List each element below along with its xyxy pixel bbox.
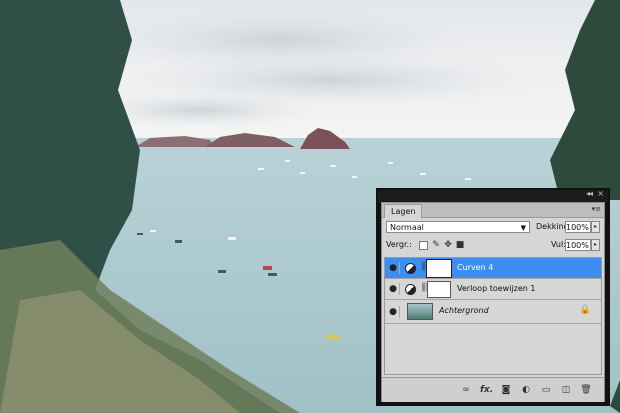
- link-icon[interactable]: ∞: [460, 384, 472, 396]
- lock-all-icon[interactable]: ■: [455, 240, 465, 250]
- lock-icon: 🔒: [579, 305, 591, 315]
- adjustment-layer-icon[interactable]: ◐: [520, 384, 532, 396]
- add-mask-icon[interactable]: ◙: [500, 384, 512, 396]
- fill-slider-arrow-icon[interactable]: ▸: [591, 239, 600, 251]
- layer-mask-thumbnail[interactable]: [426, 259, 452, 278]
- new-layer-icon[interactable]: ◫: [560, 384, 572, 396]
- background-thumbnail: [407, 303, 433, 320]
- new-group-icon[interactable]: ▭: [540, 384, 552, 396]
- lock-position-icon[interactable]: ✥: [443, 240, 453, 250]
- gradient-map-adjustment-icon: [405, 284, 416, 295]
- collapse-icon[interactable]: ◂◂: [586, 189, 593, 198]
- lock-pixels-icon[interactable]: ✎: [431, 240, 441, 250]
- lock-transparency-icon[interactable]: [419, 241, 428, 250]
- lock-label: Vergr.:: [386, 240, 412, 249]
- tab-layers[interactable]: Lagen: [384, 204, 423, 218]
- layer-curves[interactable]: ● ⛓ Curven 4: [385, 258, 601, 279]
- layer-name: Curven 4: [457, 263, 494, 272]
- panel-menu-icon[interactable]: ▾≡: [592, 205, 601, 213]
- layer-name: Verloop toewijzen 1: [457, 284, 536, 293]
- eye-icon[interactable]: ●: [387, 283, 400, 295]
- fill-label: Vul:: [551, 240, 566, 249]
- layer-gradient-map[interactable]: ● ⛓ Verloop toewijzen 1: [385, 279, 601, 300]
- chevron-down-icon: ▼: [520, 224, 526, 232]
- fx-icon[interactable]: fx.: [480, 384, 493, 396]
- blend-opacity-row: Normaal ▼ Dekking: 100% ▸: [386, 221, 600, 235]
- curves-adjustment-icon: [405, 263, 416, 274]
- panel-bottom-toolbar: ∞ fx. ◙ ◐ ▭ ◫ 🗑: [382, 377, 604, 402]
- blend-mode-value: Normaal: [390, 223, 424, 232]
- layer-mask-thumbnail[interactable]: [427, 281, 451, 298]
- blend-mode-select[interactable]: Normaal ▼: [386, 221, 530, 233]
- panel-tab-bar: Lagen ▾≡: [382, 203, 604, 218]
- eye-icon[interactable]: ●: [387, 306, 400, 318]
- opacity-field[interactable]: 100%: [565, 221, 591, 233]
- layer-background[interactable]: ● Achtergrond 🔒: [385, 300, 601, 324]
- layers-panel: ◂◂ × Lagen ▾≡ Normaal ▼ Dekking: 100% ▸ …: [376, 188, 610, 406]
- panel-body: Lagen ▾≡ Normaal ▼ Dekking: 100% ▸ Vergr…: [381, 202, 605, 402]
- lock-fill-row: Vergr.: ✎ ✥ ■ Vul: 100% ▸: [386, 239, 600, 253]
- fill-field[interactable]: 100%: [565, 239, 591, 251]
- layer-name: Achtergrond: [439, 306, 489, 315]
- panel-title-bar[interactable]: ◂◂ ×: [378, 189, 608, 202]
- opacity-slider-arrow-icon[interactable]: ▸: [591, 221, 600, 233]
- delete-layer-icon[interactable]: 🗑: [580, 384, 592, 396]
- eye-icon[interactable]: ●: [387, 262, 400, 274]
- close-icon[interactable]: ×: [597, 189, 604, 198]
- layers-list: ● ⛓ Curven 4 ● ⛓ Verloop toewijzen 1 ● A…: [384, 257, 602, 375]
